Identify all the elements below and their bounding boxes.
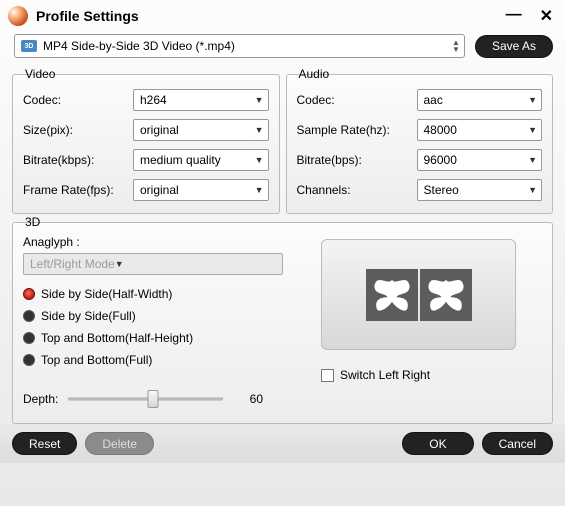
window-title: Profile Settings [36,8,502,24]
video-size-select[interactable]: original ▼ [133,119,269,141]
depth-slider[interactable] [68,389,223,409]
video-codec-select[interactable]: h264 ▼ [133,89,269,111]
radio-sbs-full[interactable]: Side by Side(Full) [23,305,303,327]
minimize-button[interactable]: — [502,6,526,26]
radio-tb-half[interactable]: Top and Bottom(Half-Height) [23,327,303,349]
profile-text: MP4 Side-by-Side 3D Video (*.mp4) [43,39,452,53]
radio-tb-full[interactable]: Top and Bottom(Full) [23,349,303,371]
video-framerate-label: Frame Rate(fps): [23,183,133,197]
audio-bitrate-label: Bitrate(bps): [297,153,417,167]
switch-left-right-label: Switch Left Right [340,368,430,382]
chevron-down-icon: ▼ [528,185,537,195]
radio-icon [23,354,35,366]
audio-channels-value: Stereo [424,183,529,197]
depth-label: Depth: [23,392,58,406]
video-bitrate-label: Bitrate(kbps): [23,153,133,167]
radio-icon [23,288,35,300]
video-legend: Video [21,67,59,81]
audio-bitrate-select[interactable]: 96000 ▼ [417,149,543,171]
chevron-down-icon: ▼ [528,95,537,105]
chevron-down-icon: ▼ [255,185,264,195]
reset-button[interactable]: Reset [12,432,77,455]
audio-panel: Audio Codec: aac ▼ Sample Rate(hz): 4800… [286,74,554,214]
video-bitrate-value: medium quality [140,153,255,167]
chevron-down-icon: ▼ [528,155,537,165]
audio-codec-select[interactable]: aac ▼ [417,89,543,111]
anaglyph-label: Anaglyph : [23,235,303,249]
video-bitrate-select[interactable]: medium quality ▼ [133,149,269,171]
chevron-down-icon: ▼ [528,125,537,135]
audio-codec-label: Codec: [297,93,417,107]
radio-icon [23,332,35,344]
audio-bitrate-value: 96000 [424,153,529,167]
butterfly-right-icon [420,269,472,321]
audio-channels-label: Channels: [297,183,417,197]
chevron-down-icon: ▼ [255,95,264,105]
profile-spinner[interactable]: ▲▼ [452,39,460,53]
radio-label: Side by Side(Half-Width) [41,287,172,301]
save-as-button[interactable]: Save As [475,35,553,58]
profile-select[interactable]: 3D MP4 Side-by-Side 3D Video (*.mp4) ▲▼ [14,34,465,58]
anaglyph-select: Left/Right Mode ▼ [23,253,283,275]
video-codec-value: h264 [140,93,255,107]
profile-3d-icon: 3D [21,40,37,52]
depth-value: 60 [233,392,263,406]
radio-label: Top and Bottom(Half-Height) [41,331,193,345]
audio-samplerate-label: Sample Rate(hz): [297,123,417,137]
delete-button: Delete [85,432,154,455]
threed-panel: 3D Anaglyph : Left/Right Mode ▼ Side by … [12,222,553,424]
ok-button[interactable]: OK [402,432,473,455]
app-icon [8,6,28,26]
threed-preview [321,239,516,350]
threed-legend: 3D [21,215,44,229]
video-codec-label: Codec: [23,93,133,107]
radio-label: Side by Side(Full) [41,309,136,323]
chevron-down-icon: ▼ [255,125,264,135]
chevron-down-icon: ▼ [255,155,264,165]
audio-samplerate-select[interactable]: 48000 ▼ [417,119,543,141]
video-panel: Video Codec: h264 ▼ Size(pix): original … [12,74,280,214]
anaglyph-value: Left/Right Mode [30,257,115,271]
video-size-label: Size(pix): [23,123,133,137]
audio-channels-select[interactable]: Stereo ▼ [417,179,543,201]
butterfly-left-icon [366,269,418,321]
close-button[interactable]: ✕ [536,6,557,26]
chevron-down-icon: ▼ [115,259,124,269]
cancel-button[interactable]: Cancel [482,432,553,455]
radio-sbs-half[interactable]: Side by Side(Half-Width) [23,283,303,305]
switch-left-right-checkbox[interactable] [321,369,334,382]
audio-codec-value: aac [424,93,529,107]
radio-icon [23,310,35,322]
audio-legend: Audio [295,67,334,81]
video-size-value: original [140,123,255,137]
radio-label: Top and Bottom(Full) [41,353,152,367]
audio-samplerate-value: 48000 [424,123,529,137]
video-framerate-select[interactable]: original ▼ [133,179,269,201]
video-framerate-value: original [140,183,255,197]
